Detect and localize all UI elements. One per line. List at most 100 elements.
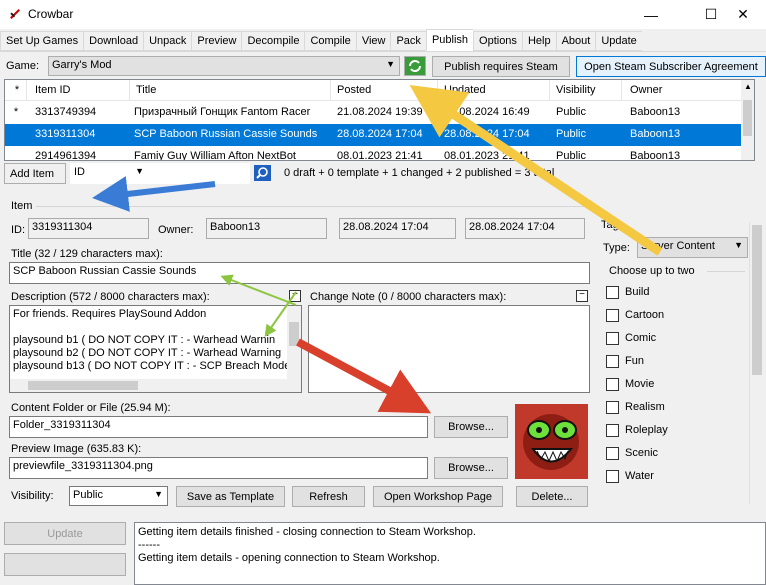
minimize-button[interactable]: — <box>628 0 674 29</box>
publish-requires-steam-button[interactable]: Publish requires Steam <box>432 56 570 77</box>
tag-checkbox[interactable] <box>606 354 619 368</box>
owner-field[interactable]: Baboon13 <box>206 218 327 239</box>
change-note-textarea[interactable] <box>308 305 590 393</box>
tags-choose-line <box>707 271 745 272</box>
table-row[interactable]: * 3313749394 Призрачный Гонщик Fantom Race… <box>5 102 743 124</box>
search-icon[interactable] <box>254 165 271 181</box>
cell-owner: Baboon13 <box>630 128 681 140</box>
visibility-value: Public <box>73 489 103 501</box>
tab-set-up-games[interactable]: Set Up Games <box>0 31 84 51</box>
tab-view[interactable]: View <box>355 31 391 51</box>
tag-roleplay[interactable]: Roleplay <box>606 422 668 438</box>
refresh-icon[interactable] <box>404 56 426 76</box>
tab-options[interactable]: Options <box>473 31 522 51</box>
table-row[interactable]: 2914961394 Famiy Guy William Afton NextBo… <box>5 146 743 161</box>
tag-checkbox[interactable] <box>606 331 619 345</box>
open-workshop-page-button[interactable]: Open Workshop Page <box>373 486 503 507</box>
tab-update[interactable]: Update <box>595 31 642 51</box>
secondary-button[interactable] <box>4 553 126 576</box>
visibility-select[interactable]: Public ▼ <box>69 486 168 506</box>
open-subscriber-agreement-button[interactable]: Open Steam Subscriber Agreement <box>576 56 766 77</box>
tag-fun[interactable]: Fun <box>606 353 644 369</box>
item-group-line <box>36 206 592 207</box>
tab-help[interactable]: Help <box>521 31 556 51</box>
preview-image-input[interactable]: previewfile_3319311304.png <box>9 457 428 479</box>
col-header-title[interactable]: Title <box>130 80 331 101</box>
tag-water[interactable]: Water <box>606 468 654 484</box>
game-select[interactable]: Garry's Mod ▼ <box>48 56 400 76</box>
tag-checkbox[interactable] <box>606 469 619 483</box>
tag-checkbox[interactable] <box>606 285 619 299</box>
visibility-label: Visibility: <box>11 490 54 502</box>
col-header-mark[interactable]: * <box>5 80 27 101</box>
updated-field[interactable]: 28.08.2024 17:04 <box>465 218 585 239</box>
main-tabs: Set Up Games Download Unpack Preview Decompi… <box>0 29 642 51</box>
game-select-value: Garry's Mod <box>52 59 112 71</box>
browse-preview-button[interactable]: Browse... <box>434 457 508 479</box>
log-output[interactable]: Getting item details finished - closing … <box>134 522 766 585</box>
choose-label: Choose up to two <box>609 265 695 277</box>
item-group-label: Item <box>11 200 33 212</box>
chevron-down-icon: ▼ <box>734 240 743 250</box>
tab-compile[interactable]: Compile <box>304 31 356 51</box>
col-header-updated[interactable]: Updated <box>438 80 550 101</box>
tag-scenic[interactable]: Scenic <box>606 445 658 461</box>
tag-checkbox[interactable] <box>606 446 619 460</box>
title-input[interactable]: SCP Baboon Russian Cassie Sounds <box>9 262 590 284</box>
description-hscrollbar[interactable] <box>10 379 287 392</box>
tab-pack[interactable]: Pack <box>390 31 426 51</box>
col-header-item-id[interactable]: Item ID <box>27 80 130 101</box>
chevron-down-icon: ▼ <box>386 59 395 69</box>
tag-comic[interactable]: Comic <box>606 330 656 346</box>
collapse-change-note-button[interactable]: − <box>576 290 588 302</box>
tag-label: Movie <box>625 378 655 390</box>
cell-updated: 21.08.2024 16:49 <box>444 106 530 118</box>
close-button[interactable]: ✕ <box>720 0 766 29</box>
tag-checkbox[interactable] <box>606 400 619 414</box>
log-line: Getting item details finished - closing … <box>138 526 476 538</box>
tag-checkbox[interactable] <box>606 377 619 391</box>
item-id-field[interactable]: 3319311304 <box>28 218 149 239</box>
tag-movie[interactable]: Movie <box>606 376 654 392</box>
tag-label: Cartoon <box>625 309 665 321</box>
tag-checkbox[interactable] <box>606 423 619 437</box>
collapse-description-button[interactable]: − <box>289 290 301 302</box>
id-label: ID: <box>11 224 26 236</box>
tab-download[interactable]: Download <box>83 31 144 51</box>
description-textarea[interactable]: For friends. Requires PlaySound Addon pla… <box>9 305 302 393</box>
search-field-select[interactable]: ID ▼ <box>70 163 250 184</box>
content-folder-input[interactable]: Folder_3319311304 <box>9 416 428 438</box>
cell-visibility: Public <box>556 128 586 140</box>
update-button[interactable]: Update <box>4 522 126 545</box>
published-items-grid[interactable]: * Item ID Title Posted Updated Visibilit… <box>4 79 755 161</box>
table-row[interactable]: 3319311304 SCP Baboon Russian Cassie Soun… <box>5 124 743 146</box>
tab-preview[interactable]: Preview <box>191 31 242 51</box>
tab-decompile[interactable]: Decompile <box>241 31 305 51</box>
description-line: playsound b1 ( DO NOT COPY IT : - Warhea… <box>13 334 276 346</box>
tag-label: Scenic <box>625 447 659 459</box>
tab-about[interactable]: About <box>555 31 596 51</box>
add-item-button[interactable]: Add Item <box>4 163 66 184</box>
grid-scrollbar[interactable]: ▲ <box>741 80 754 160</box>
tag-build[interactable]: Build <box>606 284 649 300</box>
tag-checkbox[interactable] <box>606 308 619 322</box>
refresh-button[interactable]: Refresh <box>292 486 365 507</box>
status-summary: 0 draft + 0 template + 1 changed + 2 pub… <box>284 167 555 179</box>
tags-scrollbar[interactable] <box>749 222 763 504</box>
blue-arrow <box>92 176 216 212</box>
tab-publish[interactable]: Publish <box>425 29 474 51</box>
type-select[interactable]: Server Content ▼ <box>637 237 748 258</box>
cell-visibility: Public <box>556 150 586 161</box>
tag-realism[interactable]: Realism <box>606 399 665 415</box>
col-header-owner[interactable]: Owner <box>622 80 743 101</box>
tag-cartoon[interactable]: Cartoon <box>606 307 664 323</box>
tab-unpack[interactable]: Unpack <box>143 31 192 51</box>
posted-field[interactable]: 28.08.2024 17:04 <box>339 218 456 239</box>
delete-button[interactable]: Delete... <box>516 486 588 507</box>
browse-content-button[interactable]: Browse... <box>434 416 508 438</box>
description-scrollbar[interactable] <box>287 306 301 392</box>
save-as-template-button[interactable]: Save as Template <box>176 486 285 507</box>
col-header-visibility[interactable]: Visibility <box>550 80 622 101</box>
col-header-posted[interactable]: Posted <box>331 80 438 101</box>
cell-id: 3319311304 <box>35 128 96 140</box>
